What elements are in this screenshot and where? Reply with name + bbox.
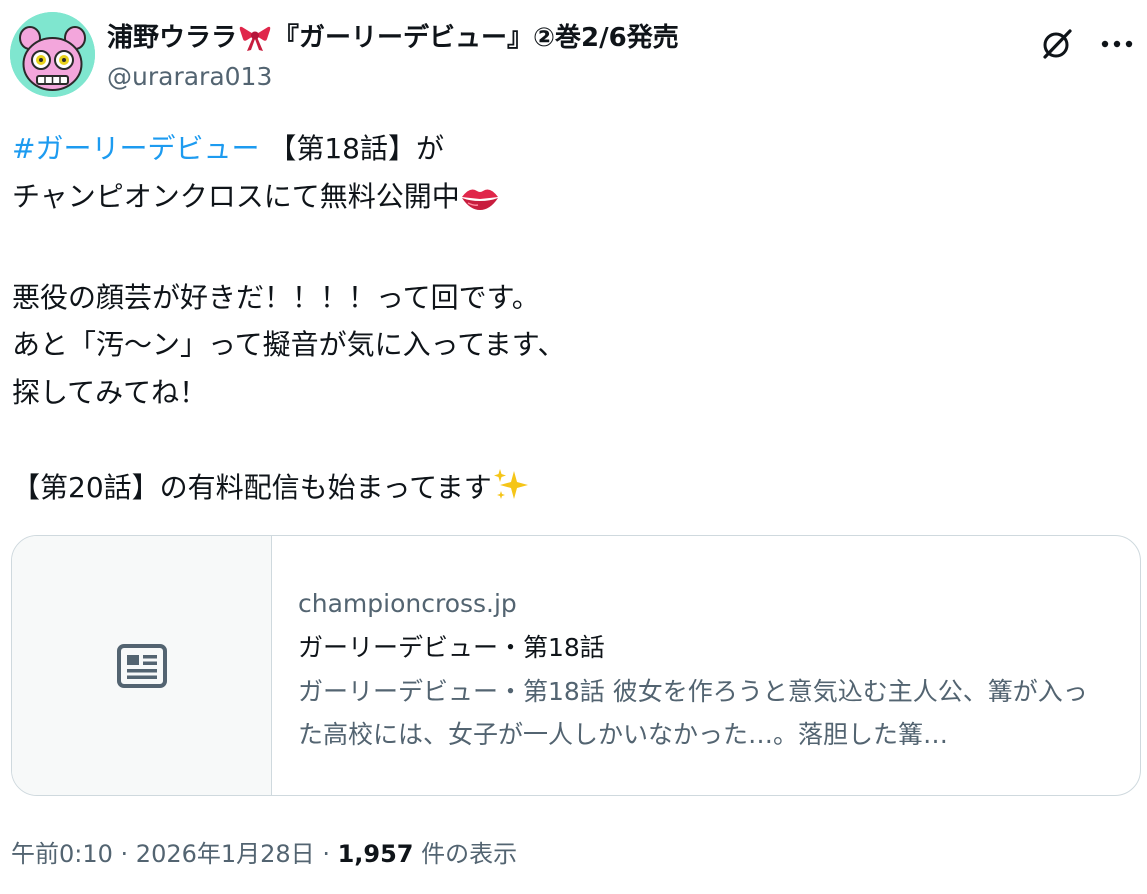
meta-separator: · xyxy=(314,840,338,868)
display-name-suffix: 『ガーリーデビュー』②巻2/6発売 xyxy=(273,23,679,53)
display-name[interactable]: 浦野ウララ 『ガーリーデビュー』②巻2/6発売 xyxy=(107,18,679,58)
card-thumbnail xyxy=(12,536,272,795)
tweet-line2: チャンピオンクロスにて無料公開中 xyxy=(12,179,460,213)
lips-icon xyxy=(460,179,500,227)
tweet-time: 午前0:10 xyxy=(11,840,113,868)
link-card[interactable]: championcross.jp ガーリーデビュー・第18話 ガーリーデビュー・… xyxy=(11,535,1141,796)
tweet-line4: 悪役の顔芸が好きだ！！！！って回です。 xyxy=(12,280,540,314)
tweet-date: 2026年1月28日 xyxy=(135,840,315,868)
tweet-line6: 探してみてね！ xyxy=(12,375,208,409)
sparkles-icon xyxy=(492,467,532,518)
tweet-header: 浦野ウララ 『ガーリーデビュー』②巻2/6発売 @urarara013 xyxy=(10,12,1137,98)
tweet-line5: あと「汚〜ン」って擬音が気に入ってます、 xyxy=(12,328,566,361)
tweet-time-link[interactable]: 午前0:10 · 2026年1月28日 xyxy=(11,840,315,868)
hashtag-link[interactable]: #ガーリーデビュー xyxy=(12,132,259,165)
tweet-line8: 【第20話】の有料配信も始まってます xyxy=(12,470,492,504)
display-name-prefix: 浦野ウララ xyxy=(107,23,238,53)
grok-icon[interactable] xyxy=(1037,24,1077,64)
author-handle[interactable]: @urarara013 xyxy=(107,58,679,96)
ribbon-icon xyxy=(239,23,271,53)
view-label: 件の表示 xyxy=(413,840,518,868)
card-title: ガーリーデビュー・第18話 xyxy=(298,633,605,662)
author-names: 浦野ウララ 『ガーリーデビュー』②巻2/6発売 @urarara013 xyxy=(107,18,679,96)
view-count: 1,957 xyxy=(337,840,414,868)
tweet-line1-rest: 【第18話】が xyxy=(259,132,444,165)
header-actions xyxy=(1037,24,1137,64)
card-description: ガーリーデビュー・第18話 彼女を作ろうと意気込む主人公、篝が入った高校には、女… xyxy=(298,677,1088,749)
avatar[interactable] xyxy=(10,12,95,97)
tweet-meta: 午前0:10 · 2026年1月28日 · 1,957 件の表示 xyxy=(11,836,517,872)
article-icon xyxy=(116,643,167,688)
more-icon[interactable] xyxy=(1097,24,1137,64)
tweet-text: #ガーリーデビュー 【第18話】が チャンピオンクロスにて無料公開中 悪役の顔芸… xyxy=(12,125,1132,517)
card-domain: championcross.jp xyxy=(298,589,517,618)
meta-separator: · xyxy=(112,840,136,868)
avatar-illustration xyxy=(10,12,95,97)
card-body: championcross.jp ガーリーデビュー・第18話 ガーリーデビュー・… xyxy=(272,536,1140,795)
